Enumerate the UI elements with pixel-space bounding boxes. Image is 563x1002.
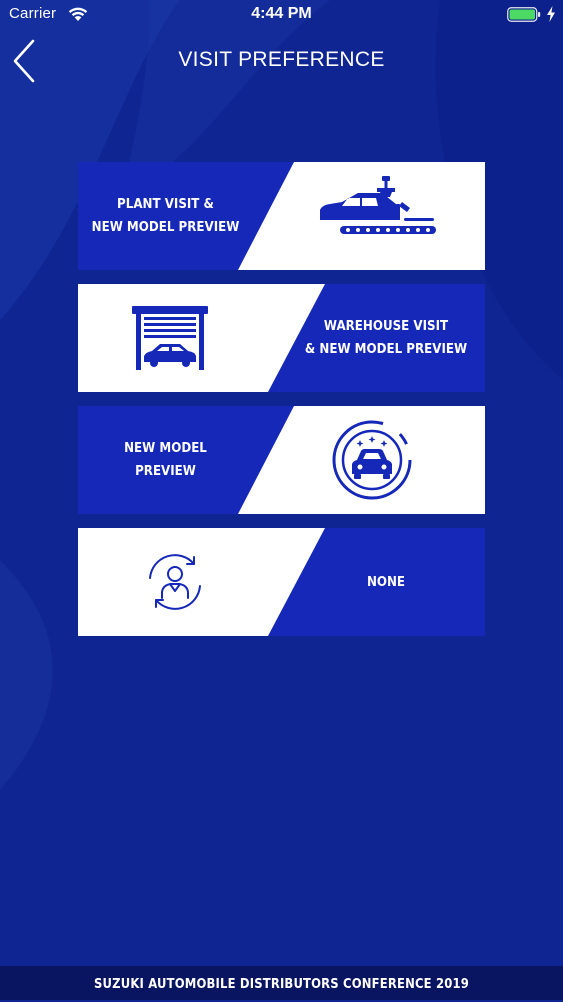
option-new-model-preview[interactable]: NEW MODEL PREVIEW: [78, 406, 485, 514]
person-cycle-icon: [149, 554, 201, 610]
status-bar: Carrier 4:44 PM: [0, 0, 563, 30]
option-plant-visit[interactable]: PLANT VISIT & NEW MODEL PREVIEW: [78, 162, 485, 270]
page-title: VISIT PREFERENCE: [178, 48, 385, 71]
option-label: NEW MODEL PREVIEW: [124, 440, 207, 479]
clock: 4:44 PM: [251, 5, 312, 22]
option-warehouse-visit[interactable]: WAREHOUSE VISIT & NEW MODEL PREVIEW: [78, 284, 485, 392]
footer-bar: SUZUKI AUTOMOBILE DISTRIBUTORS CONFERENC…: [0, 966, 563, 1000]
charging-bolt-icon: [547, 6, 555, 22]
option-label: NONE: [366, 573, 406, 590]
battery-icon: [507, 7, 541, 22]
option-label: PLANT VISIT & NEW MODEL PREVIEW: [91, 196, 240, 235]
option-none[interactable]: NONE: [78, 528, 485, 636]
garage-car-icon: [132, 306, 208, 370]
option-label: WAREHOUSE VISIT & NEW MODEL PREVIEW: [304, 318, 468, 357]
car-assembly-line-icon: [320, 176, 436, 234]
new-car-badge-icon: [332, 420, 412, 500]
footer-text: SUZUKI AUTOMOBILE DISTRIBUTORS CONFERENC…: [94, 976, 469, 992]
